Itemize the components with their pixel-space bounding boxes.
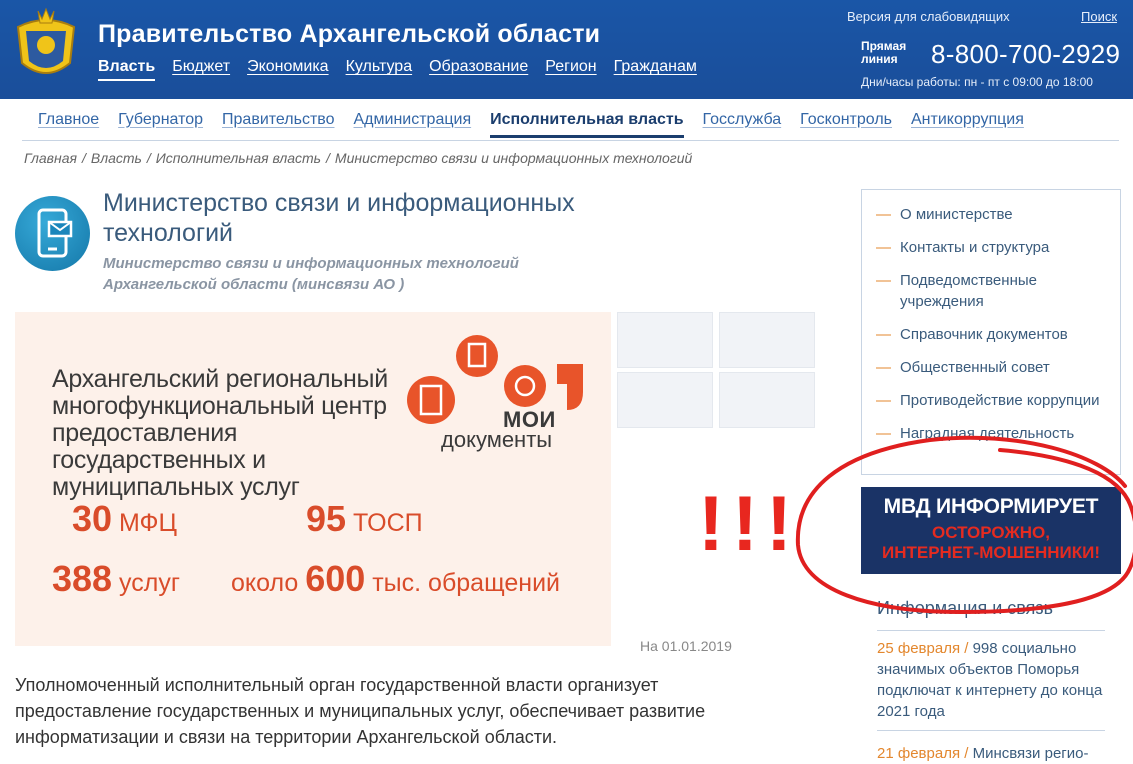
banner-date: На 01.01.2019 (640, 638, 732, 654)
search-link[interactable]: Поиск (1081, 9, 1117, 24)
sidebar-item-awards[interactable]: — Наградная деятельность (876, 423, 1110, 444)
banner-text: Архангельский региональный многофункцион… (52, 365, 388, 501)
thumbnail-tech-center[interactable] (719, 312, 815, 368)
topnav-economy[interactable]: Экономика (247, 58, 329, 81)
breadcrumb: Главная / Власть / Исполнительная власть / Мин… (24, 150, 693, 166)
mvd-warning-banner[interactable]: МВД ИНФОРМИРУЕТ ОСТОРОЖНО, ИНТЕРНЕТ-МОШЕ… (861, 487, 1121, 574)
secnav-civil-service[interactable]: Госслужба (703, 111, 782, 129)
mvd-title: МВД ИНФОРМИРУЕТ (883, 495, 1099, 518)
coat-of-arms-icon[interactable] (8, 5, 84, 85)
mfc-banner[interactable]: Архангельский региональный многофункцион… (15, 312, 611, 646)
ministry-description: Уполномоченный исполнительный орган госу… (15, 675, 706, 747)
secnav-anticorruption[interactable]: Антикоррупция (911, 111, 1024, 129)
sidebar-item-contacts[interactable]: — Контакты и структура (876, 237, 1110, 258)
thumbnail-mfc[interactable] (617, 312, 713, 368)
hotline-label: Прямая линия (861, 40, 906, 66)
page-subtitle: Министерство связи и информационных техн… (103, 255, 519, 293)
info-section-title[interactable]: Информация и связь (877, 598, 1053, 619)
stat-mfc: 30 МФЦ (72, 498, 178, 539)
secnav-main[interactable]: Главное (38, 111, 99, 129)
news-divider (877, 730, 1105, 731)
secnav-executive[interactable]: Исполнительная власть (490, 111, 684, 138)
topnav-budget[interactable]: Бюджет (172, 58, 230, 81)
moi-documenty-logo: МОИ документы (441, 409, 556, 452)
banner-thumbnails (617, 312, 815, 428)
stat-requests: около 600 тыс. обращений (231, 558, 561, 599)
news-item[interactable]: 21 февраля / Минсвязи регио- (877, 743, 1109, 764)
sidebar-item-about[interactable]: — О министерстве (876, 204, 1110, 225)
sidebar-item-documents[interactable]: — Справочник документов (876, 324, 1110, 345)
ministry-phone-icon (15, 196, 90, 271)
stat-services: 388 услуг (52, 558, 180, 599)
secnav-governor[interactable]: Губернатор (118, 111, 203, 129)
breadcrumb-home[interactable]: Главная (24, 150, 77, 166)
site-header: Правительство Архангельской области Влас… (0, 0, 1133, 99)
site-title[interactable]: Правительство Архангельской области (98, 20, 600, 49)
working-hours: Дни/часы работы: пн - пт с 09:00 до 18:0… (861, 75, 1093, 89)
breadcrumb-current: Министерство связи и информационных техн… (334, 150, 693, 166)
info-divider (877, 630, 1105, 631)
thumbnail-eservices[interactable] (719, 372, 815, 428)
sidebar-item-anticorruption[interactable]: — Противодействие коррупции (876, 390, 1110, 411)
section-nav: Главное Губернатор Правительство Админис… (22, 99, 1119, 141)
thumbnail-portal[interactable] (617, 372, 713, 428)
topnav-culture[interactable]: Культура (346, 58, 413, 81)
brand-documenty: документы (441, 427, 553, 452)
breadcrumb-vlast[interactable]: Власть (91, 150, 142, 166)
topnav-education[interactable]: Образование (429, 58, 528, 81)
stat-tosp: 95 ТОСП (306, 498, 423, 539)
secnav-administration[interactable]: Администрация (354, 111, 472, 129)
low-vision-link[interactable]: Версия для слабовидящих (847, 9, 1010, 24)
exclamation-annotation: !!! (698, 479, 800, 567)
topnav-citizens[interactable]: Гражданам (614, 58, 697, 81)
mvd-warning-line2: ИНТЕРНЕТ-МОШЕННИКИ! (881, 543, 1101, 562)
news-item[interactable]: 25 февраля / 998 социально значимых объе… (877, 638, 1109, 722)
mvd-warning-line1: ОСТОРОЖНО, (932, 523, 1050, 542)
topnav-vlast[interactable]: Власть (98, 58, 156, 81)
secnav-state-control[interactable]: Госконтроль (800, 111, 892, 129)
topnav-region[interactable]: Регион (545, 58, 596, 81)
secnav-government[interactable]: Правительство (222, 111, 334, 129)
page-title: Министерство связи и информационных техн… (103, 189, 575, 247)
ministry-sidebar-menu: — О министерстве — Контакты и структура — П… (861, 189, 1121, 475)
breadcrumb-executive[interactable]: Исполнительная власть (156, 150, 321, 166)
sidebar-item-subordinate[interactable]: — Подведомственные учреждения (876, 270, 1110, 312)
top-nav: Власть Бюджет Экономика Культура Образов… (98, 58, 697, 81)
hotline-phone[interactable]: 8-800-700-2929 (931, 39, 1120, 70)
hotline-label-line2: линия (861, 52, 898, 66)
sidebar-item-council[interactable]: — Общественный совет (876, 357, 1110, 378)
